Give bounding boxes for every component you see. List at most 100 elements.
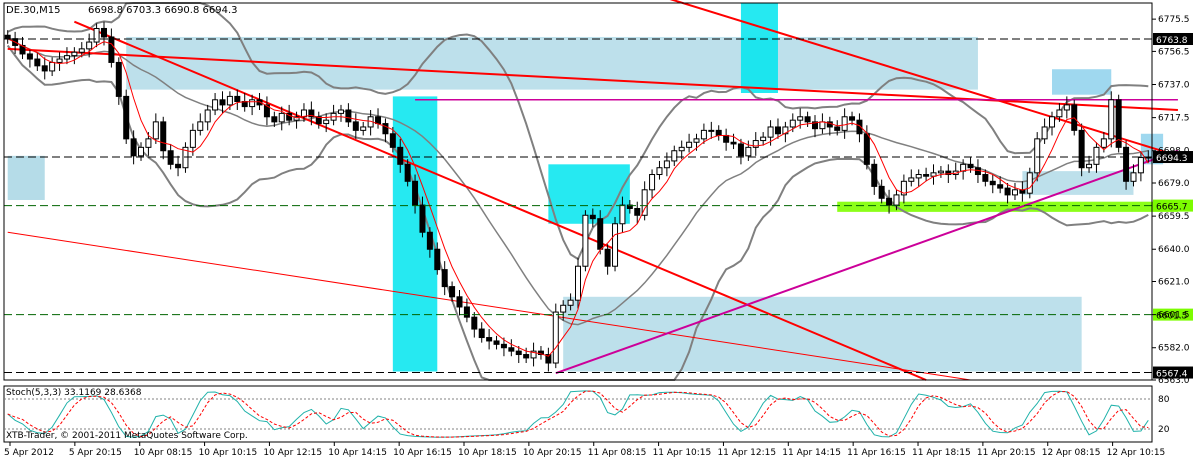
- candle: [486, 337, 493, 342]
- candle: [1049, 116, 1056, 128]
- candle: [93, 27, 100, 43]
- candle: [86, 41, 93, 50]
- candle: [352, 121, 359, 131]
- candle: [589, 214, 596, 220]
- candle: [434, 248, 441, 271]
- candle: [152, 121, 159, 140]
- candle: [337, 109, 344, 114]
- x-tick-label: 11 Apr 08:15: [588, 448, 647, 458]
- candle: [863, 133, 870, 165]
- y-tick-label: 6601.5: [1158, 311, 1190, 321]
- candle: [915, 174, 922, 179]
- candle: [123, 95, 130, 140]
- zone-box: [1052, 69, 1112, 95]
- candle: [397, 146, 404, 165]
- price-chart[interactable]: 6763.86694.36665.76601.56567.46775.56756…: [0, 0, 1194, 461]
- candle: [1004, 187, 1011, 196]
- candle: [834, 126, 841, 131]
- x-tick-label: 10 Apr 10:15: [199, 448, 258, 458]
- candle: [189, 129, 196, 148]
- candle: [967, 163, 974, 169]
- candle: [597, 218, 604, 250]
- x-tick-label: 11 Apr 18:15: [912, 448, 971, 458]
- candle: [375, 116, 382, 125]
- x-tick-label: 11 Apr 16:15: [847, 448, 906, 458]
- candle: [760, 136, 767, 142]
- candle: [708, 129, 715, 132]
- stoch-tick-label: 80: [1158, 395, 1170, 405]
- x-tick-label: 10 Apr 20:15: [523, 448, 582, 458]
- candle: [249, 99, 256, 108]
- candle: [745, 146, 752, 157]
- x-tick-label: 11 Apr 14:15: [782, 448, 841, 458]
- candle: [797, 116, 804, 121]
- candle: [693, 138, 700, 143]
- candle: [360, 126, 367, 131]
- candle: [278, 112, 285, 123]
- candle: [471, 316, 478, 330]
- candle: [1137, 157, 1144, 174]
- candle: [204, 109, 211, 123]
- candle: [1078, 129, 1085, 169]
- y-tick-label: 6717.5: [1158, 114, 1190, 124]
- candle: [389, 133, 396, 148]
- candle: [63, 55, 70, 60]
- candle: [804, 116, 811, 123]
- candle: [937, 170, 944, 174]
- candle: [508, 347, 515, 352]
- candle: [1130, 172, 1137, 182]
- candle: [604, 248, 611, 267]
- candle: [426, 231, 433, 250]
- candle: [634, 207, 641, 216]
- candle: [515, 350, 522, 356]
- candle: [115, 61, 122, 97]
- y-tick-label: 6582.0: [1158, 344, 1190, 354]
- candle: [345, 109, 352, 123]
- candle: [1086, 163, 1093, 169]
- candle: [989, 180, 996, 186]
- candle: [419, 204, 426, 233]
- zone-box: [7, 155, 45, 200]
- candle: [612, 223, 619, 267]
- candle: [649, 174, 656, 191]
- x-tick-label: 5 Apr 20:15: [69, 448, 122, 458]
- candle: [100, 27, 107, 38]
- x-tick-label: 11 Apr 10:15: [653, 448, 712, 458]
- candle: [456, 296, 463, 308]
- y-tick-label: 6679.0: [1158, 179, 1190, 189]
- candle: [523, 354, 530, 359]
- x-tick-label: 10 Apr 18:15: [458, 448, 517, 458]
- candle: [700, 129, 707, 140]
- candle: [560, 304, 567, 313]
- candle: [219, 99, 226, 106]
- x-tick-label: 10 Apr 08:15: [134, 448, 193, 458]
- candle: [226, 95, 233, 106]
- candle: [108, 36, 115, 63]
- y-tick-label: 6775.5: [1158, 15, 1190, 25]
- candle: [774, 126, 781, 135]
- candle: [886, 197, 893, 206]
- candle: [1063, 104, 1070, 111]
- candle: [1123, 146, 1130, 182]
- candle: [737, 143, 744, 157]
- candle: [382, 123, 389, 135]
- candle: [493, 340, 500, 345]
- candle: [1041, 126, 1048, 140]
- candle: [463, 306, 470, 318]
- y-tick-label: 6756.5: [1158, 47, 1190, 57]
- candle: [723, 134, 730, 143]
- candle: [1056, 109, 1063, 118]
- candle: [160, 121, 167, 152]
- candle: [686, 141, 693, 148]
- x-tick-label: 10 Apr 14:15: [328, 448, 387, 458]
- candle: [1026, 172, 1033, 194]
- candle: [671, 150, 678, 162]
- candle: [145, 138, 152, 148]
- zone-box: [740, 3, 778, 94]
- x-tick-label: 10 Apr 12:15: [263, 448, 322, 458]
- y-tick-label: 6640.0: [1158, 245, 1190, 255]
- copyright-text: XTB-Trader, © 2001-2011 MetaQuotes Softw…: [6, 431, 248, 441]
- candle: [197, 121, 204, 131]
- candle: [575, 265, 581, 301]
- zone-box: [548, 164, 630, 224]
